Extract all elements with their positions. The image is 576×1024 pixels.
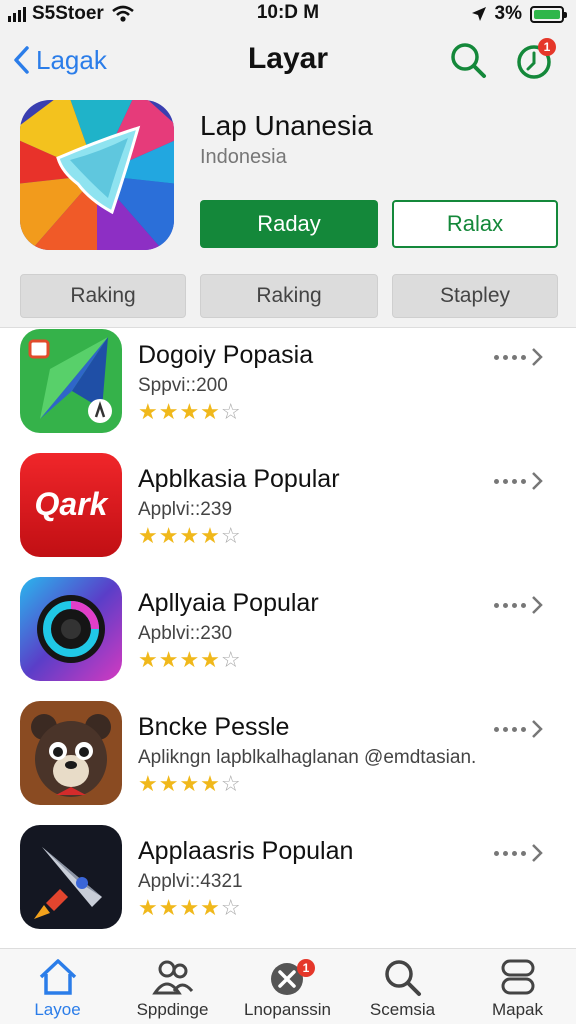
app-meta: Aplikngn lapblkalhaglanan @emdtasian. xyxy=(138,747,477,768)
navigation-bar: Lagak Layar 1 xyxy=(0,28,576,92)
more-options-button[interactable] xyxy=(494,345,558,369)
page-title: Layar xyxy=(247,42,329,75)
app-name: Bncke Pesslе xyxy=(138,713,290,741)
app-header: Lagak Layar 1 Lap Unanesia Indonesia Rad… xyxy=(0,28,576,328)
more-options-button[interactable] xyxy=(494,593,558,617)
app-name: Applaasris Populan xyxy=(138,837,354,865)
app-meta: Applvi::4321 xyxy=(138,871,243,892)
rating-stars: ★★★★☆ xyxy=(138,647,242,672)
chevron-right-icon xyxy=(532,596,543,614)
rocket-icon xyxy=(20,825,122,929)
list-item[interactable]: Qark Apblkasia Popular Applvi::239 ★★★★☆ xyxy=(0,453,576,577)
kite-icon xyxy=(20,329,122,433)
location-arrow-icon xyxy=(471,7,486,21)
app-list: Dogoiy Popasia Sppvi::200 ★★★★☆ Qark Apb… xyxy=(0,329,576,949)
primary-action-button[interactable]: Raday xyxy=(200,200,378,248)
tab-badge: 1 xyxy=(297,959,315,977)
list-item[interactable]: Dogoiy Popasia Sppvi::200 ★★★★☆ xyxy=(0,329,576,453)
home-icon xyxy=(39,959,77,995)
featured-app-name: Lap Unanesia xyxy=(200,110,373,141)
list-item[interactable]: Bncke Pesslе Aplikngn lapblkalhaglanan @… xyxy=(0,701,576,825)
battery-icon xyxy=(530,5,567,23)
list-item[interactable]: Apllyaia Popular Apblvi::230 ★★★★☆ xyxy=(0,577,576,701)
chevron-right-icon xyxy=(532,720,543,738)
tab-people[interactable]: Sppdinge xyxy=(115,949,230,1024)
chevron-right-icon xyxy=(532,472,543,490)
app-meta: Applvi::239 xyxy=(138,499,233,520)
tab-label: Sppdinge xyxy=(136,1000,209,1019)
updates-badge: 1 xyxy=(538,38,556,56)
search-icon[interactable] xyxy=(448,40,488,80)
gem-icon xyxy=(20,100,174,250)
battery-percent: 3% xyxy=(494,3,522,24)
list-item[interactable]: Applaasris Populan Applvi::4321 ★★★★☆ xyxy=(0,825,576,949)
tab-search[interactable]: Scemsia xyxy=(345,949,460,1024)
app-name: Apllyaia Popular xyxy=(138,589,319,617)
rating-stars: ★★★★☆ xyxy=(138,771,242,796)
chevron-right-icon xyxy=(532,844,543,862)
rating-stars: ★★★★☆ xyxy=(138,523,242,548)
app-meta: Apblvi::230 xyxy=(138,623,233,644)
filter-chip[interactable]: Stapley xyxy=(392,274,558,318)
stack-icon xyxy=(501,959,535,995)
tab-label: Lnopanssin xyxy=(244,1000,331,1019)
tab-label: Layoe xyxy=(34,1000,81,1019)
people-icon xyxy=(152,960,194,995)
swirl-icon xyxy=(20,577,122,681)
featured-app-subtitle: Indonesia xyxy=(200,146,287,168)
tab-label: Scemsia xyxy=(369,1000,436,1019)
featured-app-icon[interactable] xyxy=(20,100,174,250)
more-options-button[interactable] xyxy=(494,841,558,865)
tab-updates[interactable]: 1 Lnopanssin xyxy=(230,949,345,1024)
chevron-right-icon xyxy=(532,348,543,366)
updates-button[interactable]: 1 xyxy=(514,38,558,82)
rating-stars: ★★★★☆ xyxy=(138,895,242,920)
more-options-button[interactable] xyxy=(494,469,558,493)
svg-text:Qark: Qark xyxy=(35,486,110,522)
search-icon xyxy=(385,960,421,996)
tab-bar: Layoe Sppdinge 1 Lnopanssin Scemsia Mapa… xyxy=(0,948,576,1024)
qark-logo-icon: Qark xyxy=(20,453,122,557)
bear-icon xyxy=(20,701,122,805)
app-meta: Sppvi::200 xyxy=(138,375,228,396)
tab-label: Mapak xyxy=(491,1000,544,1019)
filter-chip[interactable]: Raking xyxy=(20,274,186,318)
status-bar: S5Stoer 10:D M 3% xyxy=(0,0,576,28)
tab-home[interactable]: Layoe xyxy=(0,949,115,1024)
tab-stack[interactable]: Mapak xyxy=(460,949,575,1024)
more-options-button[interactable] xyxy=(494,717,558,741)
secondary-action-button[interactable]: Ralax xyxy=(392,200,558,248)
status-right: 3% xyxy=(471,0,567,28)
rating-stars: ★★★★☆ xyxy=(138,399,242,424)
app-name: Apblkasia Popular xyxy=(138,465,340,493)
filter-chip[interactable]: Raking xyxy=(200,274,378,318)
app-name: Dogoiy Popasia xyxy=(138,341,314,369)
